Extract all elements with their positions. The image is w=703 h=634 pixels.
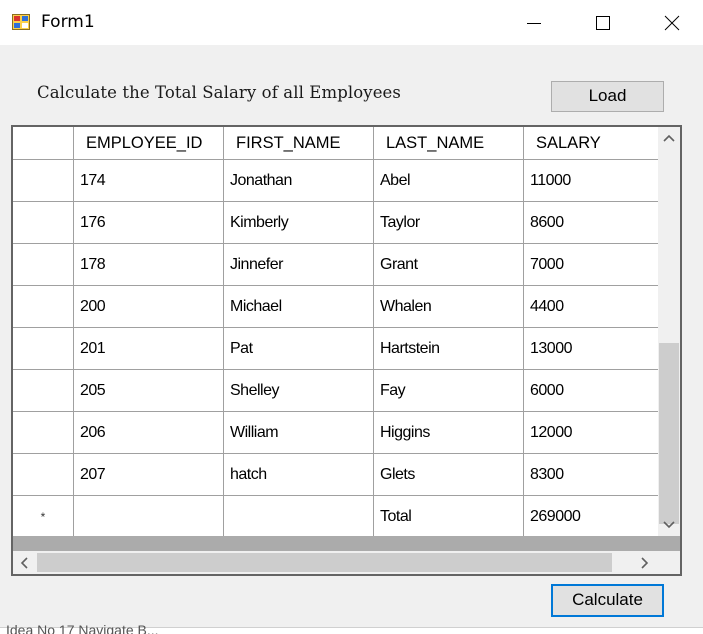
page-heading: Calculate the Total Salary of all Employ… [37,83,401,102]
table-row[interactable]: 174 Jonathan Abel 11000 [13,160,658,202]
row-header-cell[interactable] [13,328,74,370]
cell-first-name[interactable] [224,496,374,536]
cell-salary[interactable]: 6000 [524,370,658,412]
table-row[interactable]: * Total 269000 [13,496,658,536]
column-header-salary[interactable]: SALARY [524,127,658,160]
scrollbar-corner [658,551,680,574]
chevron-left-icon [20,556,28,569]
cell-last-name[interactable]: Fay [374,370,524,412]
cell-first-name[interactable]: William [224,412,374,454]
close-icon [664,15,680,30]
row-header-cell[interactable] [13,370,74,412]
cell-employee-id[interactable]: 205 [74,370,224,412]
cell-last-name[interactable]: Grant [374,244,524,286]
chevron-down-icon [663,521,675,529]
cell-last-name[interactable]: Glets [374,454,524,496]
load-button[interactable]: Load [551,81,664,112]
cell-last-name[interactable]: Total [374,496,524,536]
cell-employee-id[interactable]: 174 [74,160,224,202]
table-row[interactable]: 206 William Higgins 12000 [13,412,658,454]
cell-employee-id[interactable]: 207 [74,454,224,496]
vertical-scrollbar[interactable] [658,127,680,536]
cell-first-name[interactable]: Shelley [224,370,374,412]
cell-salary[interactable]: 8600 [524,202,658,244]
background-text: Idea No 17 Navigate B... [6,622,159,634]
cell-employee-id[interactable]: 206 [74,412,224,454]
cell-first-name[interactable]: Jinnefer [224,244,374,286]
cell-salary[interactable]: 269000 [524,496,658,536]
grid-header: EMPLOYEE_ID FIRST_NAME LAST_NAME SALARY [13,127,658,160]
row-header-cell[interactable] [13,244,74,286]
cell-first-name[interactable]: Kimberly [224,202,374,244]
table-row[interactable]: 207 hatch Glets 8300 [13,454,658,496]
cell-salary[interactable]: 7000 [524,244,658,286]
window-title: Form1 [41,12,95,32]
cell-salary[interactable]: 12000 [524,412,658,454]
table-row[interactable]: 201 Pat Hartstein 13000 [13,328,658,370]
table-row[interactable]: 200 Michael Whalen 4400 [13,286,658,328]
row-header-cell[interactable] [13,160,74,202]
cell-first-name[interactable]: Pat [224,328,374,370]
row-header-cell[interactable]: * [13,496,74,536]
cell-employee-id[interactable]: 200 [74,286,224,328]
close-button[interactable] [637,0,703,45]
cell-salary[interactable]: 4400 [524,286,658,328]
row-header-cell[interactable] [13,412,74,454]
cell-last-name[interactable]: Taylor [374,202,524,244]
chevron-up-icon [663,134,675,142]
cell-first-name[interactable]: hatch [224,454,374,496]
cell-employee-id[interactable]: 176 [74,202,224,244]
row-header-cell[interactable] [13,454,74,496]
row-header-corner[interactable] [13,127,74,160]
cell-last-name[interactable]: Abel [374,160,524,202]
cell-salary[interactable]: 11000 [524,160,658,202]
cell-salary[interactable]: 8300 [524,454,658,496]
row-header-cell[interactable] [13,202,74,244]
cell-first-name[interactable]: Jonathan [224,160,374,202]
scroll-up-button[interactable] [658,127,680,149]
grid-body: 174 Jonathan Abel 11000 176 Kimberly Taylor 860… [13,160,658,536]
vertical-scroll-thumb[interactable] [659,343,679,524]
calculate-button[interactable]: Calculate [551,584,664,617]
minimize-button[interactable] [499,0,569,45]
cell-last-name[interactable]: Whalen [374,286,524,328]
cell-salary[interactable]: 13000 [524,328,658,370]
scroll-left-button[interactable] [13,551,35,574]
table-row[interactable]: 176 Kimberly Taylor 8600 [13,202,658,244]
title-bar[interactable]: Form1 [0,0,703,45]
table-row[interactable]: 205 Shelley Fay 6000 [13,370,658,412]
scroll-right-button[interactable] [634,551,656,574]
employee-data-grid[interactable]: EMPLOYEE_ID FIRST_NAME LAST_NAME SALARY … [11,125,682,576]
cell-last-name[interactable]: Hartstein [374,328,524,370]
scroll-down-button[interactable] [658,514,680,536]
chevron-right-icon [641,556,649,569]
background-window-strip: Idea No 17 Navigate B... [0,622,703,634]
column-header-first-name[interactable]: FIRST_NAME [224,127,374,160]
column-header-last-name[interactable]: LAST_NAME [374,127,524,160]
cell-employee-id[interactable] [74,496,224,536]
maximize-button[interactable] [568,0,638,45]
form1-window: Form1 Calculate the Total Salary of all … [0,0,703,634]
column-header-employee-id[interactable]: EMPLOYEE_ID [74,127,224,160]
maximize-icon [596,15,610,30]
form-app-icon [12,14,30,30]
cell-employee-id[interactable]: 201 [74,328,224,370]
minimize-icon [527,22,541,24]
horizontal-scroll-thumb[interactable] [37,553,612,572]
table-row[interactable]: 178 Jinnefer Grant 7000 [13,244,658,286]
cell-employee-id[interactable]: 178 [74,244,224,286]
horizontal-scrollbar[interactable] [13,551,658,574]
cell-first-name[interactable]: Michael [224,286,374,328]
row-header-cell[interactable] [13,286,74,328]
cell-last-name[interactable]: Higgins [374,412,524,454]
